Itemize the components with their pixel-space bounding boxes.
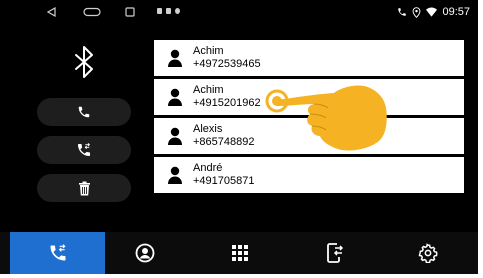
- transfer-call-button[interactable]: [37, 136, 131, 164]
- nav-device-transfer[interactable]: [287, 232, 382, 274]
- status-bar: 09:57: [0, 0, 478, 24]
- contact-number: +4915201962: [193, 97, 261, 109]
- car-head-unit-screen: 09:57 Achim +4972539465 Achim +491520196…: [0, 0, 478, 274]
- phone-icon: [78, 106, 90, 118]
- contact-name: Achim: [193, 84, 224, 96]
- nav-contacts[interactable]: [97, 232, 192, 274]
- contacts-circle-icon: [135, 243, 154, 263]
- contact-number: +4972539465: [193, 58, 261, 70]
- person-icon: [160, 40, 190, 76]
- contact-number: +865748892: [193, 136, 255, 148]
- phone-transfer-icon: [50, 244, 65, 261]
- contact-list: Achim +4972539465 Achim +4915201962 Alex…: [154, 40, 464, 193]
- notification-icons: [157, 8, 180, 14]
- location-icon: [413, 6, 421, 18]
- delete-button[interactable]: [37, 174, 131, 202]
- notification-icon: [175, 8, 180, 14]
- bluetooth-icon: [65, 42, 105, 82]
- back-nav-icon[interactable]: [42, 0, 62, 24]
- contact-row[interactable]: Achim +4915201962: [154, 79, 464, 115]
- person-icon: [160, 79, 190, 115]
- status-time: 09:57: [442, 6, 470, 18]
- contact-row[interactable]: Achim +4972539465: [154, 40, 464, 76]
- status-right: 09:57: [397, 0, 470, 24]
- call-button[interactable]: [37, 98, 131, 126]
- phone-device-transfer-icon: [326, 243, 343, 263]
- call-status-icon: [398, 8, 407, 16]
- notification-icon: [157, 8, 162, 14]
- phone-transfer-icon: [78, 143, 90, 156]
- gear-icon: [418, 243, 438, 263]
- contact-row[interactable]: Alexis +865748892: [154, 118, 464, 154]
- contact-name: Alexis: [193, 123, 223, 135]
- contact-name: André: [193, 162, 223, 174]
- recents-nav-icon[interactable]: [120, 0, 140, 24]
- nav-phone-transfer[interactable]: [10, 232, 105, 274]
- contact-row[interactable]: André +491705871: [154, 157, 464, 193]
- dialpad-icon: [231, 245, 248, 261]
- contact-number: +491705871: [193, 175, 255, 187]
- contact-name: Achim: [193, 45, 224, 57]
- notification-icon: [166, 8, 171, 14]
- trash-icon: [78, 181, 90, 195]
- wifi-icon: [426, 7, 438, 17]
- home-nav-icon[interactable]: [80, 0, 104, 24]
- nav-settings[interactable]: [380, 232, 475, 274]
- person-icon: [160, 118, 190, 154]
- person-icon: [160, 157, 190, 193]
- bottom-navigation: [0, 232, 478, 274]
- nav-dialpad[interactable]: [192, 232, 287, 274]
